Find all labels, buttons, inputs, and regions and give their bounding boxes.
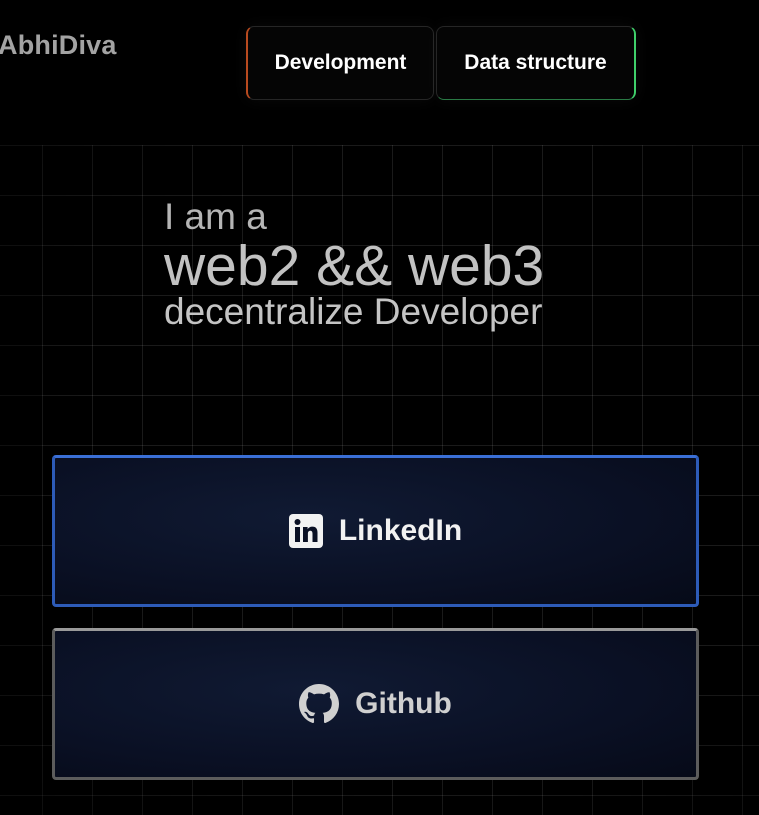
top-nav: Development Data structure: [246, 26, 636, 100]
linkedin-label: LinkedIn: [338, 514, 463, 547]
github-icon: [299, 684, 340, 724]
development-button[interactable]: Development: [246, 26, 434, 100]
data-structure-button[interactable]: Data structure: [436, 26, 636, 100]
brand-logo[interactable]: AbhiDiva: [0, 30, 117, 61]
page: AbhiDiva Development Data structure I am…: [0, 0, 759, 815]
hero-line-1: I am a: [164, 196, 267, 237]
hero-line-3: decentralize Developer: [164, 291, 543, 332]
linkedin-button[interactable]: LinkedIn: [52, 455, 699, 607]
github-button[interactable]: Github: [52, 628, 699, 780]
github-label: Github: [355, 687, 452, 720]
linkedin-icon: [288, 514, 323, 548]
background-grid-edge: [0, 145, 42, 815]
hero-heading: I am a web2 && web3 decentralize Develop…: [164, 195, 544, 335]
hero-line-2: web2 && web3: [164, 234, 545, 298]
